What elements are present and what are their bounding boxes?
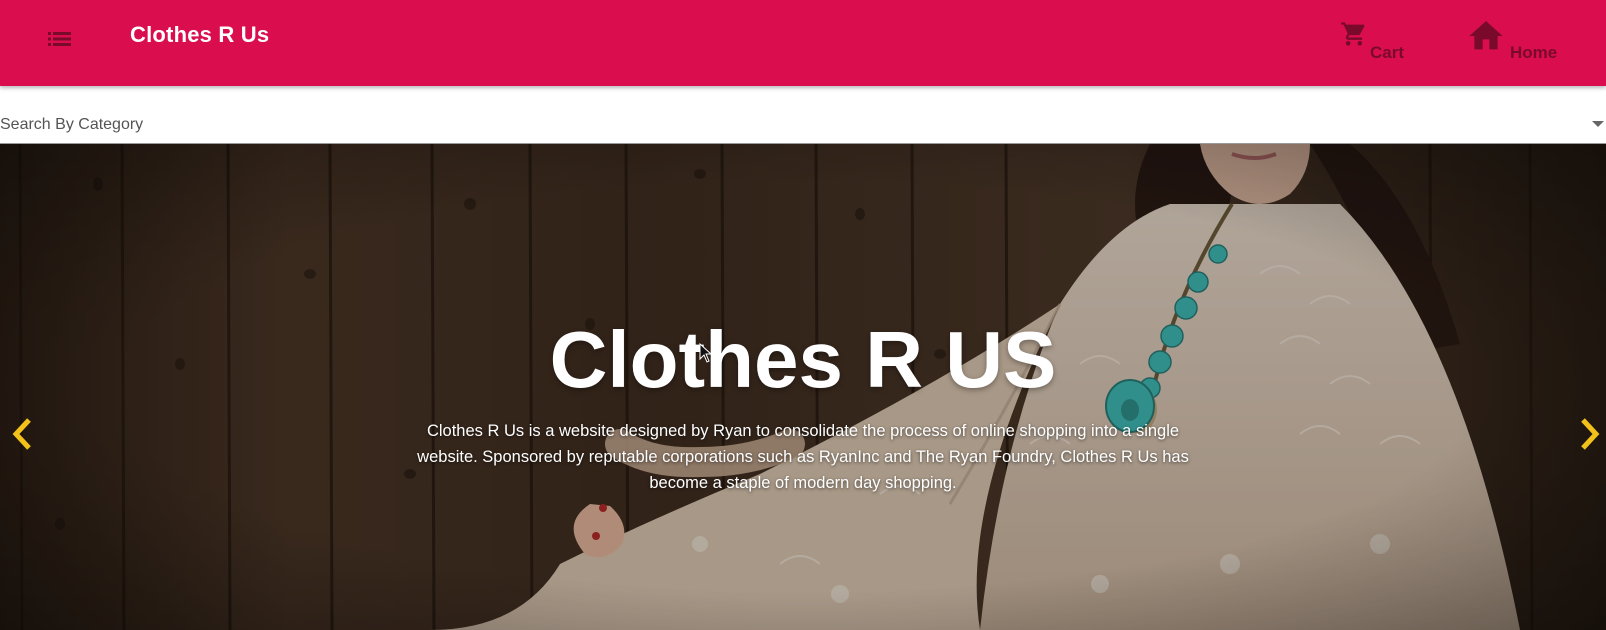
dropdown-arrow-icon <box>1592 121 1604 127</box>
home-icon <box>1469 21 1503 50</box>
cart-label: Cart <box>1370 43 1405 62</box>
category-select-label: Search By Category <box>0 116 144 133</box>
shopping-cart-icon <box>1341 22 1365 46</box>
carousel-next-button[interactable] <box>1572 412 1606 456</box>
home-button[interactable]: Home <box>1466 14 1566 70</box>
mouse-cursor-icon <box>699 343 713 363</box>
hero-title: Clothes R US <box>549 315 1057 404</box>
page: Clothes R Us Cart Home Search By Categor… <box>0 0 1606 630</box>
home-label: Home <box>1510 43 1558 62</box>
app-title: Clothes R Us <box>130 22 270 47</box>
cart-button[interactable]: Cart <box>1340 14 1416 70</box>
app-bar: Clothes R Us Cart Home <box>0 0 1606 86</box>
menu-button[interactable] <box>36 18 84 60</box>
hero-carousel: Clothes R US Clothes R Us is a website d… <box>0 144 1606 630</box>
chevron-left-icon <box>12 418 31 450</box>
category-select[interactable]: Search By Category <box>0 86 1606 144</box>
carousel-prev-button[interactable] <box>4 412 40 456</box>
list-menu-icon <box>48 32 71 46</box>
hero-description: Clothes R Us is a website designed by Ry… <box>417 422 1189 492</box>
chevron-right-icon <box>1581 418 1600 450</box>
